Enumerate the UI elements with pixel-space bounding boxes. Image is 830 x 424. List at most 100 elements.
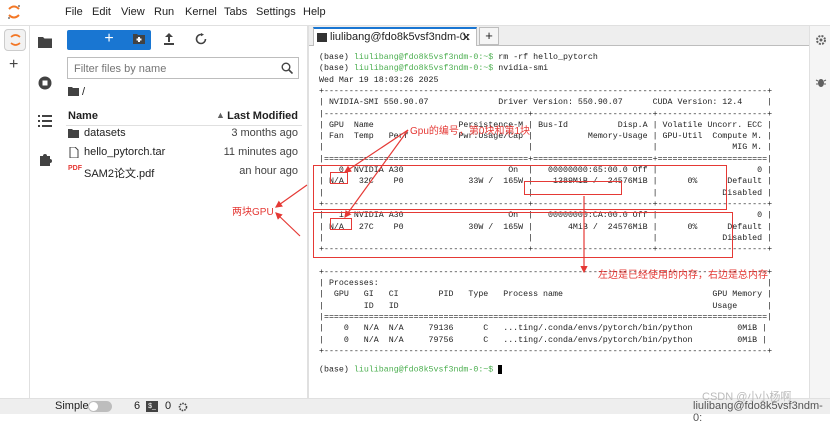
terminal-text: | GPU GI CI PID Type Process name GPU Me…: [319, 290, 773, 300]
simple-mode-label: Simple: [55, 400, 89, 412]
terminal-line: +---------------------------------------…: [319, 87, 772, 96]
column-name[interactable]: Name: [68, 110, 98, 122]
menu-settings[interactable]: Settings: [256, 6, 296, 18]
launcher-tab[interactable]: [4, 29, 26, 51]
terminal-text: | | | MIG M. |: [319, 143, 773, 153]
right-sidebar: [809, 26, 830, 398]
terminal-text: +---------------------------------------…: [319, 86, 773, 96]
file-row[interactable]: PDF SAM2论文.pdf an hour ago: [66, 163, 302, 181]
file-modified: 3 months ago: [231, 127, 298, 139]
menu-view[interactable]: View: [121, 6, 145, 18]
pdf-icon: PDF: [68, 165, 82, 172]
filter-files-input[interactable]: Filter files by name: [67, 57, 299, 79]
terminal-line: | ID ID Usage |: [319, 302, 772, 311]
terminal-prompt-line[interactable]: (base) liulibang@fdo8k5vsf3ndm-0:~$: [319, 364, 503, 375]
menu-bar: File Edit View Run Kernel Tabs Settings …: [0, 0, 830, 26]
prompt: liulibang@fdo8k5vsf3ndm-0:~$: [353, 64, 494, 74]
terminal-line: | Fan Temp Perf Pwr:Usage/Cap | Memory-U…: [319, 132, 772, 141]
sort-caret-up-icon[interactable]: ▲: [216, 110, 225, 120]
prompt: liulibang@fdo8k5vsf3ndm-0:~$: [353, 365, 494, 375]
file-name: hello_pytorch.tar: [84, 146, 166, 158]
menu-run[interactable]: Run: [154, 6, 174, 18]
new-tab-button[interactable]: +: [479, 27, 499, 45]
terminal-count-icon: $_: [146, 401, 158, 412]
toc-list-icon[interactable]: [38, 115, 52, 127]
menu-edit[interactable]: Edit: [92, 6, 111, 18]
folder-icon: [68, 129, 79, 138]
folder-icon[interactable]: [38, 36, 52, 48]
annotation-gpu-id: Gpu的编号，第0块和第1块: [410, 126, 531, 137]
terminal-line: | NVIDIA-SMI 550.90.07 Driver Version: 5…: [319, 98, 772, 107]
terminal-text: +---------------------------------------…: [319, 346, 773, 356]
file-name: datasets: [84, 127, 126, 139]
left-activity-bar: +: [0, 26, 30, 398]
extension-puzzle-icon[interactable]: [38, 152, 52, 166]
gear-icon[interactable]: [178, 402, 188, 412]
annotation-two-gpu: 两块GPU: [232, 207, 274, 218]
terminal-line: |=======================================…: [319, 155, 772, 164]
terminal-line: | 0 N/A N/A 79756 C ...ting/.conda/envs/…: [319, 336, 767, 345]
folder-icon: [68, 87, 79, 96]
file-row[interactable]: hello_pytorch.tar 11 minutes ago: [66, 144, 302, 162]
upload-icon[interactable]: [163, 33, 175, 45]
terminal-line: +---------------------------------------…: [319, 347, 772, 356]
annotation-memory: 左边是已经使用的内存，右边是总内存: [598, 270, 768, 281]
env-prefix: (base): [319, 365, 354, 375]
annotation-box-row1: [313, 212, 733, 258]
toggle-knob: [89, 402, 98, 411]
menu-help[interactable]: Help: [303, 6, 326, 18]
tab-bar: liulibang@fdo8k5vsf3ndm-0: ✕ +: [309, 26, 830, 46]
close-icon[interactable]: ✕: [462, 31, 471, 44]
gear-icon[interactable]: [815, 34, 827, 46]
terminal-text: |=======================================…: [319, 312, 773, 322]
menu-tabs[interactable]: Tabs: [224, 6, 247, 18]
terminal-text: | GPU Name Persistence-M | Bus-Id Disp.A…: [319, 120, 773, 130]
env-prefix: (base): [319, 53, 354, 62]
command: rm -rf hello_pytorch: [493, 53, 598, 62]
file-icon: [69, 147, 79, 158]
terminal-line: |=======================================…: [319, 313, 772, 322]
terminal-text: | NVIDIA-SMI 550.90.07 Driver Version: 5…: [319, 98, 773, 108]
watermark: CSDN @小小杨啊: [702, 391, 792, 403]
file-name: SAM2论文.pdf: [84, 168, 155, 180]
arrow-row1: [275, 212, 301, 237]
terminal-line: |---------------------------------------…: [319, 110, 772, 119]
file-modified: 11 minutes ago: [223, 146, 298, 158]
terminal-count: 0: [165, 400, 172, 412]
file-row[interactable]: datasets 3 months ago: [66, 125, 302, 143]
terminal-text: | ID ID Usage |: [319, 301, 773, 311]
menu-kernel[interactable]: Kernel: [185, 6, 217, 18]
menu-file[interactable]: File: [65, 6, 83, 18]
file-modified: an hour ago: [239, 165, 298, 177]
kernel-count: 6: [134, 400, 141, 412]
terminal-line: Wed Mar 19 18:03:26 2025: [319, 76, 439, 85]
terminal-text: |=======================================…: [319, 154, 773, 164]
refresh-icon[interactable]: [195, 33, 207, 45]
command: nvidia-smi: [493, 64, 549, 74]
terminal-text: | 0 N/A N/A 79136 C ...ting/.conda/envs/…: [319, 324, 768, 334]
filter-placeholder: Filter files by name: [74, 63, 167, 75]
running-stop-icon[interactable]: [38, 76, 52, 90]
env-prefix: (base): [319, 64, 354, 74]
terminal-line: | GPU GI CI PID Type Process name GPU Me…: [319, 290, 772, 299]
terminal-line: (base) liulibang@fdo8k5vsf3ndm-0:~$ nvid…: [319, 64, 548, 73]
tab-terminal[interactable]: liulibang@fdo8k5vsf3ndm-0: ✕: [313, 27, 477, 46]
column-last-modified[interactable]: Last Modified: [227, 110, 298, 122]
prompt: liulibang@fdo8k5vsf3ndm-0:~$: [353, 53, 494, 62]
new-folder-icon[interactable]: [133, 33, 145, 45]
terminal-text: Wed Mar 19 18:03:26 2025: [319, 75, 439, 85]
file-list-header: Name ▲ Last Modified: [66, 106, 302, 126]
terminal-text: |---------------------------------------…: [319, 109, 773, 119]
terminal-icon: [317, 33, 327, 42]
terminal-line: | GPU Name Persistence-M | Bus-Id Disp.A…: [319, 121, 772, 130]
debugger-bug-icon[interactable]: [815, 76, 827, 88]
jupyter-icon: [10, 34, 21, 46]
new-launcher-plus-icon[interactable]: +: [9, 56, 18, 74]
terminal-line: | 0 N/A N/A 79136 C ...ting/.conda/envs/…: [319, 324, 767, 333]
terminal-line: (base) liulibang@fdo8k5vsf3ndm-0:~$ rm -…: [319, 53, 598, 62]
arrow-row0: [275, 184, 308, 208]
breadcrumb-root[interactable]: /: [82, 86, 85, 98]
tab-label: liulibang@fdo8k5vsf3ndm-0:: [330, 31, 469, 43]
terminal-text: | 0 N/A N/A 79756 C ...ting/.conda/envs/…: [319, 335, 768, 345]
terminal-line: | | | MIG M. |: [319, 143, 772, 152]
